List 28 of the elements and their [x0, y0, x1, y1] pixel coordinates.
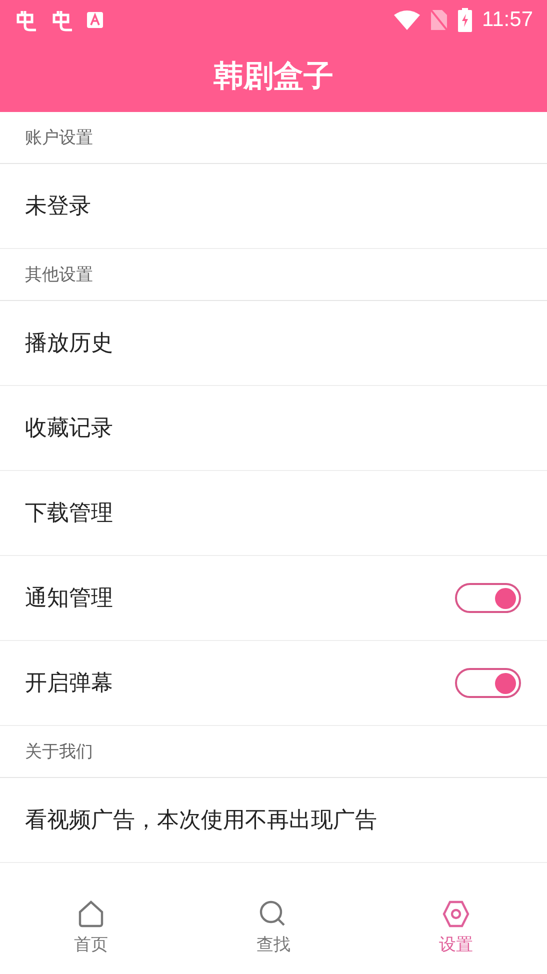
item-label: 收藏记录: [25, 415, 114, 443]
section-header: 账户设置: [25, 127, 93, 149]
settings-item[interactable]: 开启弹幕: [0, 641, 547, 726]
settings-icon: [440, 898, 471, 928]
section-header: 关于我们: [25, 741, 93, 763]
item-label: 开启弹幕: [25, 670, 114, 698]
item-label: 通知管理: [25, 585, 114, 613]
keyboard-icon: [86, 11, 104, 29]
item-label: 未登录: [25, 193, 92, 221]
clock-time: 11:57: [482, 8, 533, 32]
section-header: 其他设置: [25, 264, 93, 286]
settings-item[interactable]: 下载管理: [0, 471, 547, 556]
wifi-icon: [394, 10, 420, 30]
item-label: 下载管理: [25, 500, 114, 528]
item-label: 看视频广告，本次使用不再出现广告: [25, 807, 378, 835]
app-title: 韩剧盒子: [214, 58, 334, 96]
settings-item[interactable]: 播放历史: [0, 301, 547, 386]
nav-tab[interactable]: 首页: [0, 880, 182, 974]
settings-item[interactable]: 看视频广告，本次使用不再出现广告: [0, 778, 547, 863]
toggle-switch[interactable]: [455, 668, 521, 698]
item-label: 播放历史: [25, 330, 114, 358]
nav-tab[interactable]: 查找: [182, 880, 365, 974]
no-sim-icon: [430, 9, 448, 31]
settings-item[interactable]: 未登录: [0, 164, 547, 249]
toggle-switch[interactable]: [455, 583, 521, 613]
battery-charging-icon: [458, 8, 472, 32]
settings-item[interactable]: 收藏记录: [0, 386, 547, 471]
settings-item[interactable]: 通知管理: [0, 556, 547, 641]
